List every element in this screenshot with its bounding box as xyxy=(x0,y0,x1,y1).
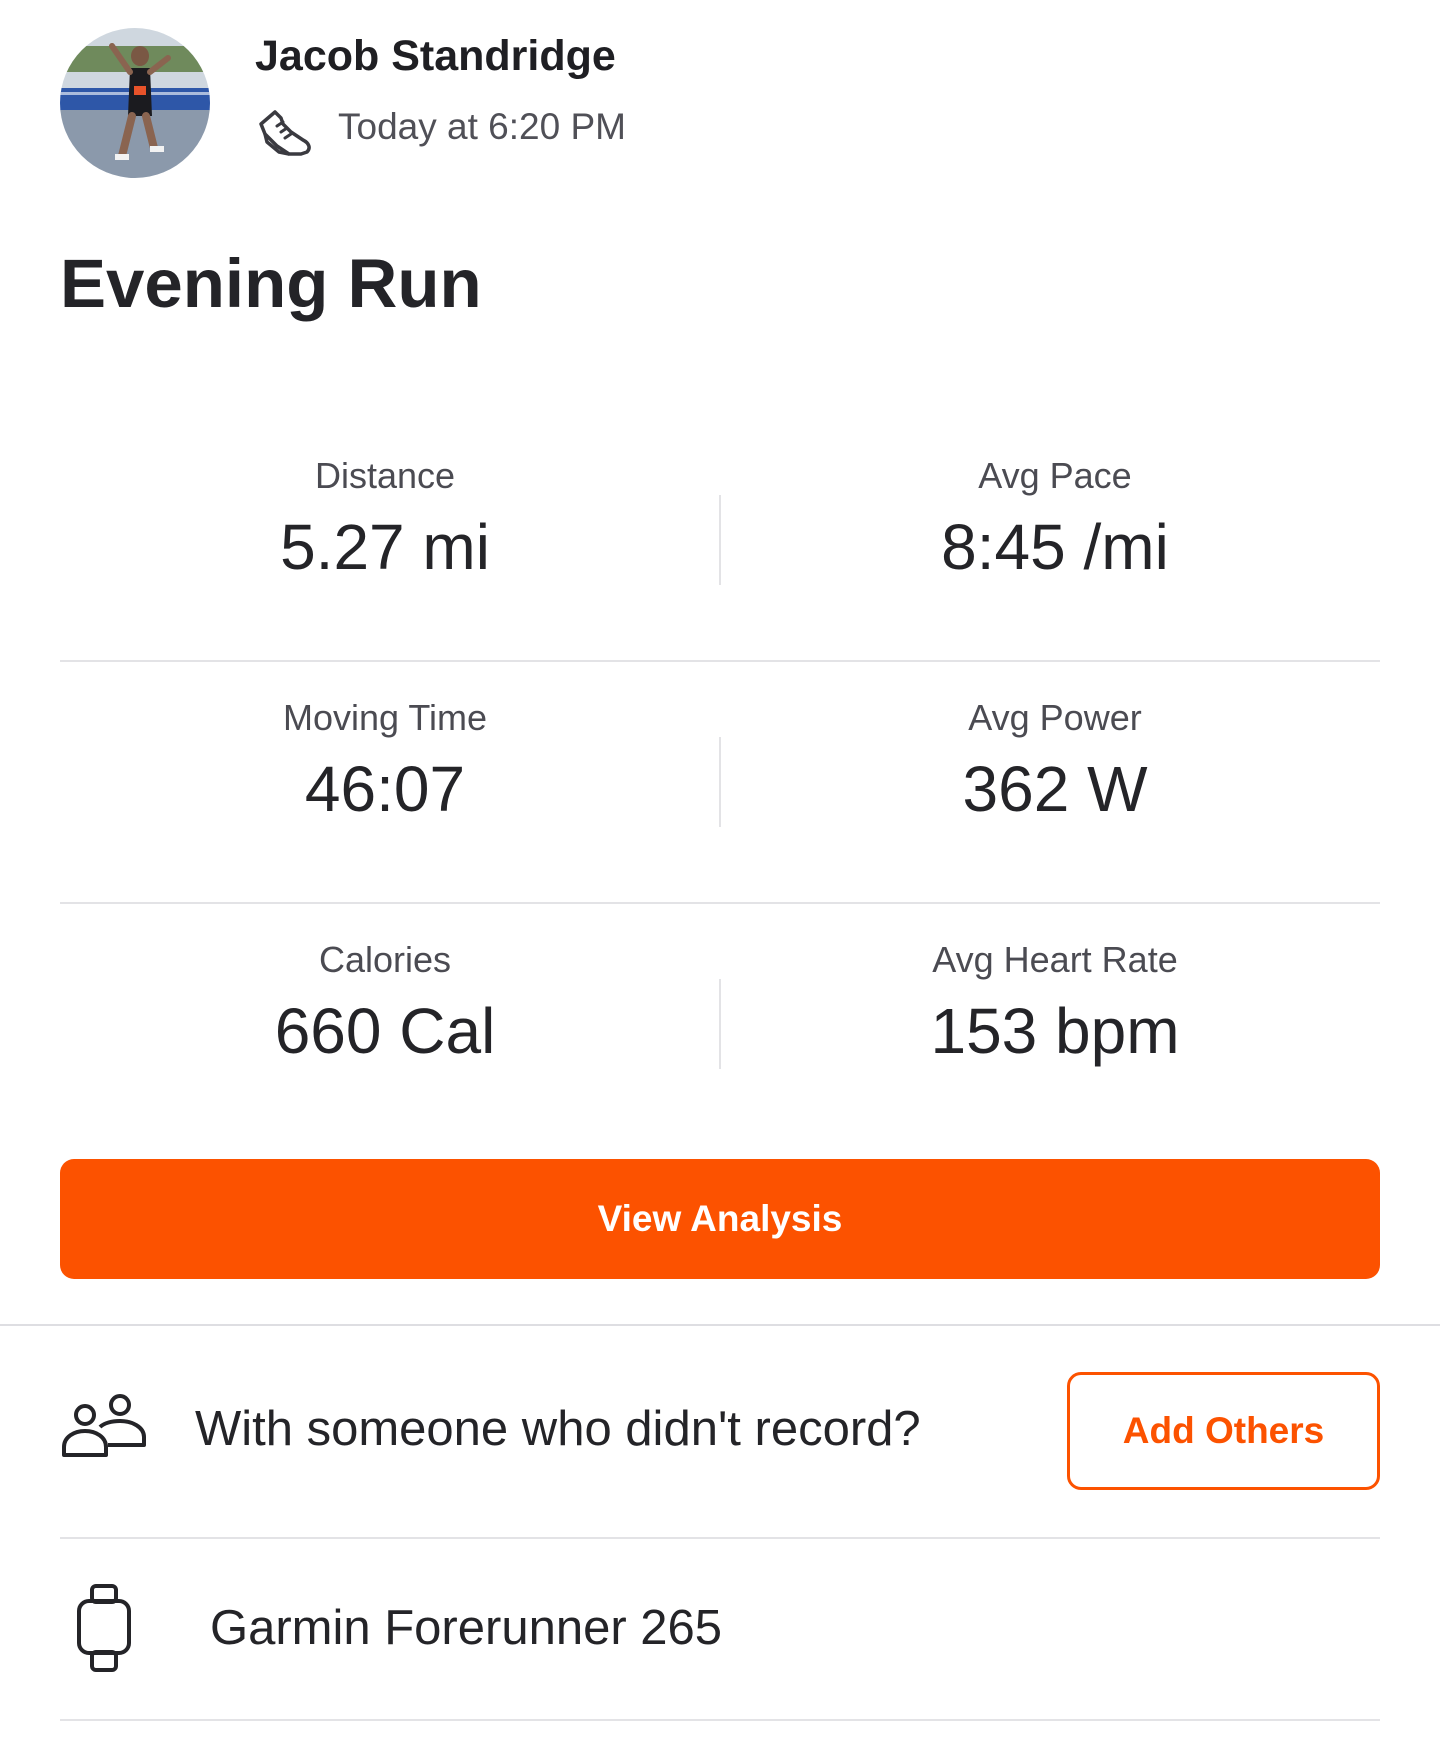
people-icon xyxy=(60,1393,150,1463)
stat-label-calories: Calories xyxy=(318,939,452,980)
stat-row-divider xyxy=(60,902,1380,904)
athlete-name[interactable]: Jacob Standridge xyxy=(255,32,616,81)
running-shoe-icon xyxy=(255,102,315,162)
stat-label-distance: Distance xyxy=(314,455,456,496)
stat-value-avg-pace: 8:45 /mi xyxy=(941,511,1169,583)
stat-label-avg-pace: Avg Pace xyxy=(978,455,1132,496)
stat-value-avg-heart-rate: 153 bpm xyxy=(930,995,1180,1067)
section-divider xyxy=(0,1324,1440,1326)
avatar-photo xyxy=(60,28,210,178)
avatar[interactable] xyxy=(60,28,210,178)
section-divider xyxy=(60,1719,1380,1721)
activity-timestamp: Today at 6:20 PM xyxy=(338,106,626,147)
stat-label-avg-heart-rate: Avg Heart Rate xyxy=(932,939,1178,980)
stat-row-divider xyxy=(60,660,1380,662)
group-prompt: With someone who didn't record? xyxy=(195,1402,921,1456)
watch-icon xyxy=(76,1583,132,1673)
add-others-button[interactable]: Add Others xyxy=(1067,1372,1380,1490)
view-analysis-button[interactable]: View Analysis xyxy=(60,1159,1380,1279)
section-divider xyxy=(60,1537,1380,1539)
stat-column-divider xyxy=(719,979,721,1069)
stat-value-distance: 5.27 mi xyxy=(280,511,490,583)
stat-column-divider xyxy=(719,737,721,827)
stat-label-avg-power: Avg Power xyxy=(968,697,1142,738)
stat-value-calories: 660 Cal xyxy=(274,995,496,1067)
stat-value-avg-power: 362 W xyxy=(962,753,1148,825)
activity-title[interactable]: Evening Run xyxy=(60,244,482,323)
stat-label-moving-time: Moving Time xyxy=(282,697,488,738)
device-name[interactable]: Garmin Forerunner 265 xyxy=(210,1600,722,1656)
stat-value-moving-time: 46:07 xyxy=(304,753,466,825)
stat-column-divider xyxy=(719,495,721,585)
